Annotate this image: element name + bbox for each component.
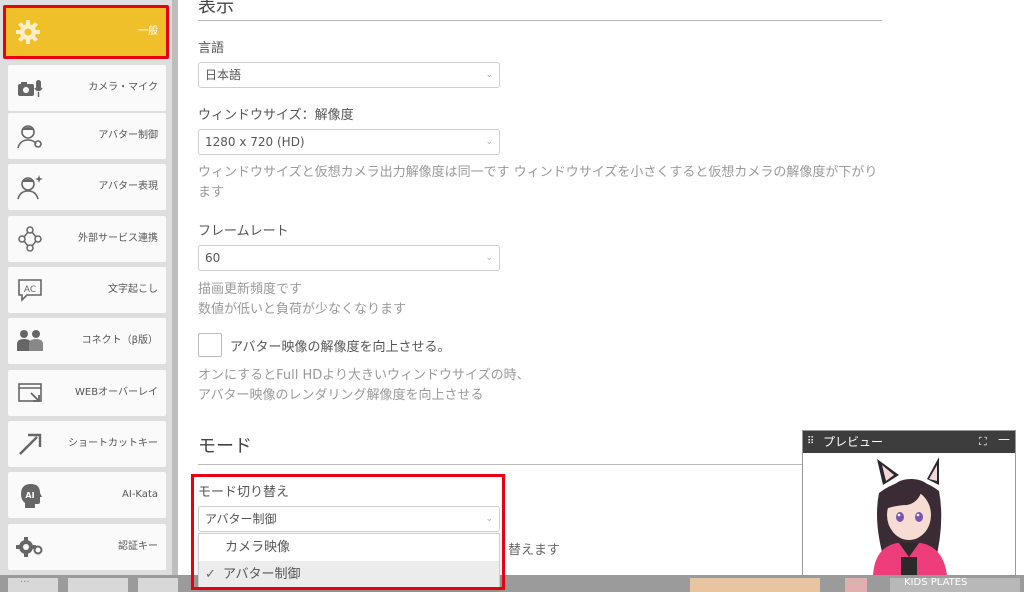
sidebar-item-label: WEBオーバーレイ bbox=[75, 387, 158, 398]
section-divider bbox=[198, 464, 882, 465]
upscale-note-2: アバター映像のレンダリング解像度を向上させる bbox=[198, 388, 484, 403]
gear-icon bbox=[16, 20, 40, 44]
sidebar-item-external-service[interactable]: 外部サービス連携 bbox=[8, 216, 166, 262]
chevron-down-icon: ⌄ bbox=[485, 253, 493, 263]
connect-icon bbox=[17, 330, 43, 351]
external-service-icon bbox=[18, 226, 42, 252]
preview-window[interactable]: ⠿ プレビュー ⛶ — bbox=[802, 430, 1016, 576]
ai-head-icon: AI bbox=[21, 484, 42, 508]
mode-highlight-frame bbox=[191, 474, 505, 590]
sidebar-item-avatar-expression[interactable]: アバター表現 bbox=[8, 164, 166, 210]
avatar-control-icon bbox=[17, 125, 42, 149]
key-icon bbox=[16, 537, 43, 557]
chevron-down-icon: ⌄ bbox=[485, 70, 493, 80]
sidebar-item-label: アバター制御 bbox=[98, 130, 158, 141]
sidebar-item-label: ショートカットキー bbox=[68, 438, 158, 449]
sidebar-item-label: AI-Kata bbox=[122, 489, 158, 500]
upscale-label[interactable]: アバター映像の解像度を向上させる。 bbox=[230, 336, 450, 355]
section-title-mode: モード bbox=[198, 436, 252, 457]
sidebar-item-auth-key[interactable]: 認証キー bbox=[8, 524, 166, 570]
window-size-select[interactable]: 1280 x 720 (HD) ⌄ bbox=[198, 129, 500, 155]
sidebar-item-avatar-control[interactable]: アバター制御 bbox=[8, 113, 166, 159]
svg-text:AI: AI bbox=[25, 491, 34, 500]
upscale-checkbox[interactable] bbox=[198, 333, 222, 357]
settings-sidebar: 一般 カメラ・マイク アバター制御 アバター表現 外部サービス連携 AC 文字起… bbox=[0, 0, 172, 592]
preview-canvas bbox=[803, 453, 1015, 575]
preview-title: プレビュー bbox=[823, 435, 884, 449]
sidebar-item-ai-kata[interactable]: AI AI-Kata bbox=[8, 472, 166, 518]
frame-rate-note-2: 数値が低いと負荷が少なくなります bbox=[198, 302, 407, 317]
taskbar-tile[interactable] bbox=[845, 578, 867, 592]
sidebar-item-camera-mic[interactable]: カメラ・マイク bbox=[8, 65, 166, 111]
avatar-preview-image bbox=[873, 457, 947, 575]
web-overlay-icon bbox=[18, 383, 42, 402]
taskbar-tile[interactable] bbox=[138, 578, 178, 592]
section-divider bbox=[198, 20, 882, 21]
sidebar-item-label: カメラ・マイク bbox=[88, 82, 158, 93]
frame-rate-select[interactable]: 60 ⌄ bbox=[198, 245, 500, 271]
language-label: 言語 bbox=[198, 41, 225, 56]
sidebar-item-label: 認証キー bbox=[118, 541, 158, 552]
frame-rate-note-1: 描画更新頻度です bbox=[198, 282, 303, 297]
sidebar-item-label: コネクト（β版） bbox=[81, 335, 158, 346]
sidebar-item-web-overlay[interactable]: WEBオーバーレイ bbox=[8, 370, 166, 416]
window-size-note: ウィンドウサイズと仮想カメラ出力解像度は同一です ウィンドウサイズを小さくすると… bbox=[198, 165, 878, 200]
sidebar-item-transcription[interactable]: AC 文字起こし bbox=[8, 267, 166, 313]
chevron-down-icon: ⌄ bbox=[485, 137, 493, 147]
avatar-expression-icon bbox=[17, 175, 43, 200]
camera-mic-icon bbox=[18, 80, 43, 97]
sidebar-item-label: 一般 bbox=[138, 26, 158, 37]
ac-icon: AC bbox=[18, 279, 42, 302]
language-select[interactable]: 日本語 ⌄ bbox=[198, 62, 500, 88]
sidebar-item-label: アバター表現 bbox=[98, 181, 158, 192]
taskbar-tile[interactable] bbox=[8, 578, 58, 592]
section-title-display: 表示 bbox=[198, 0, 234, 17]
minimize-icon[interactable]: — bbox=[998, 428, 1010, 450]
sidebar-item-label: 外部サービス連携 bbox=[78, 233, 158, 244]
language-value: 日本語 bbox=[205, 68, 242, 82]
sidebar-item-general[interactable]: 一般 bbox=[3, 5, 169, 59]
preview-header[interactable]: ⠿ プレビュー ⛶ — bbox=[803, 431, 1015, 453]
sidebar-item-shortcut[interactable]: ショートカットキー bbox=[8, 421, 166, 467]
upscale-note-1: オンにするとFull HDより大きいウィンドウサイズの時、 bbox=[198, 368, 530, 383]
taskbar-tile[interactable] bbox=[68, 578, 128, 592]
taskbar-dots: ··· bbox=[20, 577, 30, 588]
sidebar-item-label: 文字起こし bbox=[108, 284, 158, 295]
window-size-label: ウィンドウサイズ：解像度 bbox=[198, 108, 354, 123]
shortcut-arrow-icon bbox=[19, 433, 42, 455]
drag-handle-icon[interactable]: ⠿ bbox=[807, 431, 814, 453]
taskbar-badge-text: KIDS PLATES bbox=[904, 577, 968, 588]
maximize-icon[interactable]: ⛶ bbox=[979, 431, 987, 453]
frame-rate-label: フレームレート bbox=[198, 224, 289, 239]
window-size-value: 1280 x 720 (HD) bbox=[205, 135, 305, 149]
sidebar-item-connect[interactable]: コネクト（β版） bbox=[8, 318, 166, 364]
frame-rate-value: 60 bbox=[205, 251, 221, 265]
taskbar-banner[interactable] bbox=[690, 578, 820, 592]
svg-text:AC: AC bbox=[24, 285, 36, 295]
